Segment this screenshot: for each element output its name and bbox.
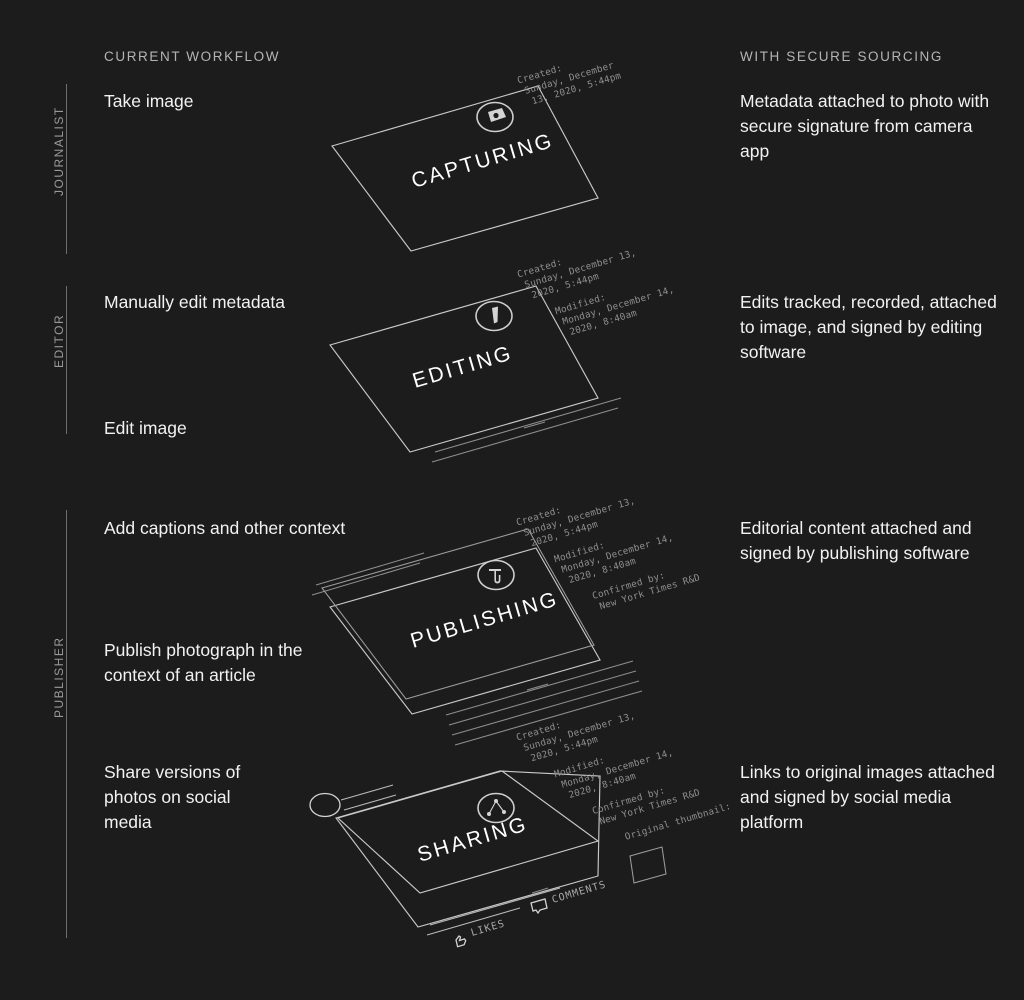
card-publishing: PUBLISHING Created: Sunday, December 13,…: [311, 495, 702, 746]
role-rule-editor: [66, 286, 67, 434]
svg-text:Monday, December 14,: Monday, December 14,: [560, 532, 674, 575]
nyt-t-logo-icon: [477, 559, 515, 591]
svg-text:New York Times R&D: New York Times R&D: [598, 787, 701, 827]
role-label-editor: EDITOR: [52, 313, 66, 368]
role-rule-publisher: [66, 510, 67, 938]
role-label-publisher: PUBLISHER: [52, 636, 66, 718]
edit-pen-icon: [475, 300, 513, 332]
svg-text:Sunday, December 13,: Sunday, December 13,: [522, 710, 636, 753]
camera-icon: [476, 101, 514, 133]
svg-text:2020, 5:44pm: 2020, 5:44pm: [530, 271, 600, 301]
svg-text:New York Times R&D: New York Times R&D: [598, 572, 701, 612]
card-sharing: SHARING Created: Sunday, December 13, 20…: [309, 710, 733, 948]
likes-action[interactable]: LIKES: [455, 918, 507, 948]
avatar-circle-icon: [309, 792, 341, 818]
column-header-with-secure-sourcing: WITH SECURE SOURCING: [740, 49, 944, 64]
card-capturing: CAPTURING Created: Sunday, December 13, …: [331, 60, 623, 252]
step-right-text-capturing: Metadata attached to photo with secure s…: [740, 91, 990, 161]
svg-text:Created:: Created:: [516, 63, 564, 87]
svg-text:Created:: Created:: [515, 505, 563, 529]
svg-text:Modified:: Modified:: [554, 292, 607, 317]
stage-label-capturing: CAPTURING: [409, 129, 557, 193]
card-editing: EDITING Created: Sunday, December 13, 20…: [329, 247, 676, 463]
stage-label-editing: EDITING: [410, 341, 516, 392]
step-left-text-publishing: Add captions and other context: [104, 518, 346, 538]
share-network-icon: [477, 792, 515, 824]
svg-text:Created:: Created:: [516, 257, 564, 281]
stage-label-publishing: PUBLISHING: [408, 587, 561, 653]
svg-text:Modified:: Modified:: [553, 540, 606, 565]
svg-text:Sunday, December 13,: Sunday, December 13,: [522, 495, 636, 538]
svg-text:Modified:: Modified:: [553, 755, 606, 780]
svg-text:Original thumbnail:: Original thumbnail:: [624, 801, 733, 843]
metadata-editing: Created: Sunday, December 13, 2020, 5:44…: [516, 247, 676, 338]
step-right-text-editing: Edits tracked, recorded, attached to ima…: [740, 292, 997, 362]
svg-text:Confirmed by:: Confirmed by:: [591, 785, 666, 817]
step-left-text-sharing: Share versions of photos on social media: [104, 762, 241, 832]
step-right-text-sharing: Links to original images attached and si…: [740, 762, 995, 832]
column-header-current-workflow: CURRENT WORKFLOW: [104, 49, 281, 64]
role-label-journalist: JOURNALIST: [52, 106, 66, 196]
svg-text:2020, 8:40am: 2020, 8:40am: [567, 771, 637, 801]
step-left-text-editing: Manually edit metadata: [104, 292, 285, 312]
svg-text:Monday, December 14,: Monday, December 14,: [560, 747, 674, 790]
comments-action[interactable]: COMMENTS: [530, 879, 608, 915]
svg-text:Confirmed by:: Confirmed by:: [591, 570, 666, 602]
step-left-text-capturing: Take image: [104, 91, 194, 111]
svg-text:13, 2020, 5:44pm: 13, 2020, 5:44pm: [530, 70, 622, 107]
metadata-publishing: Created: Sunday, December 13, 2020, 5:44…: [515, 495, 702, 612]
metadata-capturing: Created: Sunday, December 13, 2020, 5:44…: [516, 60, 623, 107]
svg-text:2020, 5:44pm: 2020, 5:44pm: [529, 519, 599, 549]
likes-label: LIKES: [470, 918, 507, 939]
secure-sourcing-workflow-diagram: CURRENT WORKFLOW WITH SECURE SOURCING JO…: [0, 0, 1024, 1000]
step-left-text-publishing-secondary: Publish photograph in the context of an …: [104, 640, 303, 685]
stage-label-sharing: SHARING: [415, 812, 531, 866]
comments-label: COMMENTS: [551, 879, 608, 906]
metadata-sharing: Created: Sunday, December 13, 2020, 5:44…: [515, 710, 733, 843]
original-thumbnail-box: [629, 846, 667, 884]
svg-text:2020, 5:44pm: 2020, 5:44pm: [529, 734, 599, 764]
svg-text:Sunday, December: Sunday, December: [523, 60, 615, 97]
svg-text:2020, 8:40am: 2020, 8:40am: [568, 308, 638, 338]
svg-text:Monday, December 14,: Monday, December 14,: [561, 284, 675, 327]
svg-text:2020, 8:40am: 2020, 8:40am: [567, 556, 637, 586]
svg-text:Created:: Created:: [515, 720, 563, 744]
step-right-text-publishing: Editorial content attached and signed by…: [740, 518, 972, 563]
role-rule-journalist: [66, 84, 67, 254]
svg-text:Sunday, December 13,: Sunday, December 13,: [523, 247, 637, 290]
step-left-text-editing-secondary: Edit image: [104, 418, 187, 438]
